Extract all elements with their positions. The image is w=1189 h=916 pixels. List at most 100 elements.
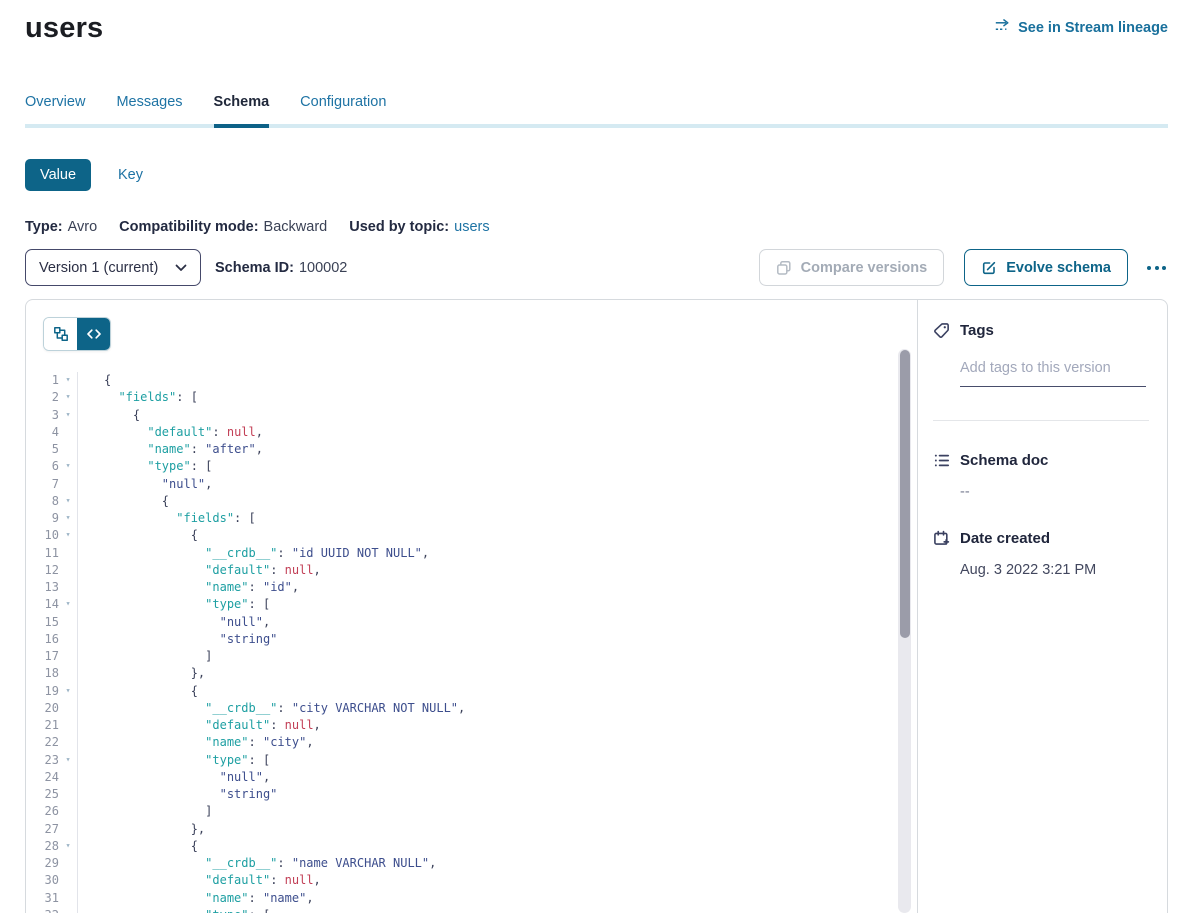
fold-gutter	[59, 476, 78, 493]
fold-toggle-icon[interactable]: ▾	[59, 838, 78, 855]
more-options-button[interactable]	[1145, 260, 1168, 276]
code-text: "default": null,	[78, 872, 321, 889]
fold-gutter	[59, 441, 78, 458]
value-tab-button[interactable]: Value	[25, 159, 91, 191]
fold-toggle-icon[interactable]: ▾	[59, 493, 78, 510]
code-line: 26 ]	[26, 803, 917, 820]
evolve-schema-button[interactable]: Evolve schema	[964, 249, 1128, 286]
schema-side-panel: Tags Schema doc --	[917, 300, 1167, 913]
date-created-title: Date created	[960, 530, 1050, 547]
fold-toggle-icon[interactable]: ▾	[59, 752, 78, 769]
calendar-add-icon	[933, 530, 950, 547]
code-text: {	[78, 683, 198, 700]
add-tags-input[interactable]	[960, 360, 1146, 387]
code-text: "string"	[78, 786, 277, 803]
tab-messages[interactable]: Messages	[116, 94, 182, 128]
fold-gutter	[59, 562, 78, 579]
fold-gutter	[59, 872, 78, 889]
code-line: 23▾ "type": [	[26, 752, 917, 769]
stream-lineage-label: See in Stream lineage	[1018, 20, 1168, 36]
type-field: Type:Avro	[25, 219, 97, 235]
code-view-icon	[86, 326, 102, 342]
line-number: 6	[26, 458, 59, 475]
code-line: 20 "__crdb__": "city VARCHAR NOT NULL",	[26, 700, 917, 717]
code-line: 13 "name": "id",	[26, 579, 917, 596]
compatibility-label: Compatibility mode:	[119, 219, 258, 235]
code-text: "fields": [	[78, 389, 198, 406]
line-number: 14	[26, 596, 59, 613]
tab-configuration[interactable]: Configuration	[300, 94, 386, 128]
line-number: 17	[26, 648, 59, 665]
stream-lineage-link[interactable]: See in Stream lineage	[994, 18, 1168, 38]
code-text: {	[78, 493, 169, 510]
code-text: {	[78, 838, 198, 855]
code-text: },	[78, 665, 205, 682]
code-line: 32▾ "type": [	[26, 907, 917, 913]
line-number: 16	[26, 631, 59, 648]
line-number: 15	[26, 614, 59, 631]
fold-toggle-icon[interactable]: ▾	[59, 389, 78, 406]
fold-gutter	[59, 648, 78, 665]
page-title: users	[25, 12, 103, 45]
code-line: 30 "default": null,	[26, 872, 917, 889]
line-number: 19	[26, 683, 59, 700]
line-number: 7	[26, 476, 59, 493]
line-number: 24	[26, 769, 59, 786]
evolve-schema-label: Evolve schema	[1006, 260, 1111, 276]
version-toolbar: Version 1 (current) Schema ID:100002 Com…	[25, 249, 1168, 286]
code-text: "default": null,	[78, 424, 263, 441]
used-by-topic-label: Used by topic:	[349, 219, 449, 235]
tags-section-header: Tags	[933, 322, 1149, 339]
tab-schema[interactable]: Schema	[214, 94, 270, 128]
code-line: 16 "string"	[26, 631, 917, 648]
code-text: "default": null,	[78, 562, 321, 579]
line-number: 5	[26, 441, 59, 458]
line-number: 25	[26, 786, 59, 803]
key-tab-button[interactable]: Key	[118, 167, 143, 183]
code-text: "name": "name",	[78, 890, 314, 907]
fold-toggle-icon[interactable]: ▾	[59, 372, 78, 389]
editor-scrollbar-thumb[interactable]	[900, 350, 910, 638]
code-line: 10▾ {	[26, 527, 917, 544]
fold-toggle-icon[interactable]: ▾	[59, 407, 78, 424]
compatibility-field: Compatibility mode: Backward	[119, 219, 327, 235]
editor-scrollbar-track[interactable]	[898, 349, 911, 913]
line-number: 2	[26, 389, 59, 406]
line-number: 8	[26, 493, 59, 510]
line-number: 21	[26, 717, 59, 734]
code-text: ]	[78, 648, 212, 665]
fold-toggle-icon[interactable]: ▾	[59, 458, 78, 475]
fold-toggle-icon[interactable]: ▾	[59, 683, 78, 700]
topic-link[interactable]: users	[454, 219, 489, 235]
compatibility-value: Backward	[264, 219, 328, 235]
code-line: 11 "__crdb__": "id UUID NOT NULL",	[26, 545, 917, 562]
compare-versions-button[interactable]: Compare versions	[759, 249, 945, 286]
fold-toggle-icon[interactable]: ▾	[59, 527, 78, 544]
line-number: 11	[26, 545, 59, 562]
tab-overview[interactable]: Overview	[25, 94, 85, 128]
edit-icon	[981, 260, 997, 276]
fold-toggle-icon[interactable]: ▾	[59, 596, 78, 613]
version-select-value: Version 1 (current)	[39, 260, 158, 276]
type-label: Type:	[25, 219, 63, 235]
code-line: 7 "null",	[26, 476, 917, 493]
code-text: "__crdb__": "id UUID NOT NULL",	[78, 545, 429, 562]
code-view-button[interactable]	[77, 318, 110, 350]
code-line: 5 "name": "after",	[26, 441, 917, 458]
versions-copy-icon	[776, 260, 792, 276]
fold-toggle-icon[interactable]: ▾	[59, 907, 78, 913]
version-select[interactable]: Version 1 (current)	[25, 249, 201, 286]
fold-toggle-icon[interactable]: ▾	[59, 510, 78, 527]
code-line: 29 "__crdb__": "name VARCHAR NULL",	[26, 855, 917, 872]
fold-gutter	[59, 700, 78, 717]
code-line: 15 "null",	[26, 614, 917, 631]
fold-gutter	[59, 734, 78, 751]
code-text: "name": "id",	[78, 579, 299, 596]
code-text: {	[78, 372, 111, 389]
tree-view-icon	[53, 326, 69, 342]
line-number: 32	[26, 907, 59, 913]
tree-view-button[interactable]	[44, 318, 77, 350]
code-line: 17 ]	[26, 648, 917, 665]
tab-bar: Overview Messages Schema Configuration	[25, 94, 1168, 128]
line-number: 18	[26, 665, 59, 682]
